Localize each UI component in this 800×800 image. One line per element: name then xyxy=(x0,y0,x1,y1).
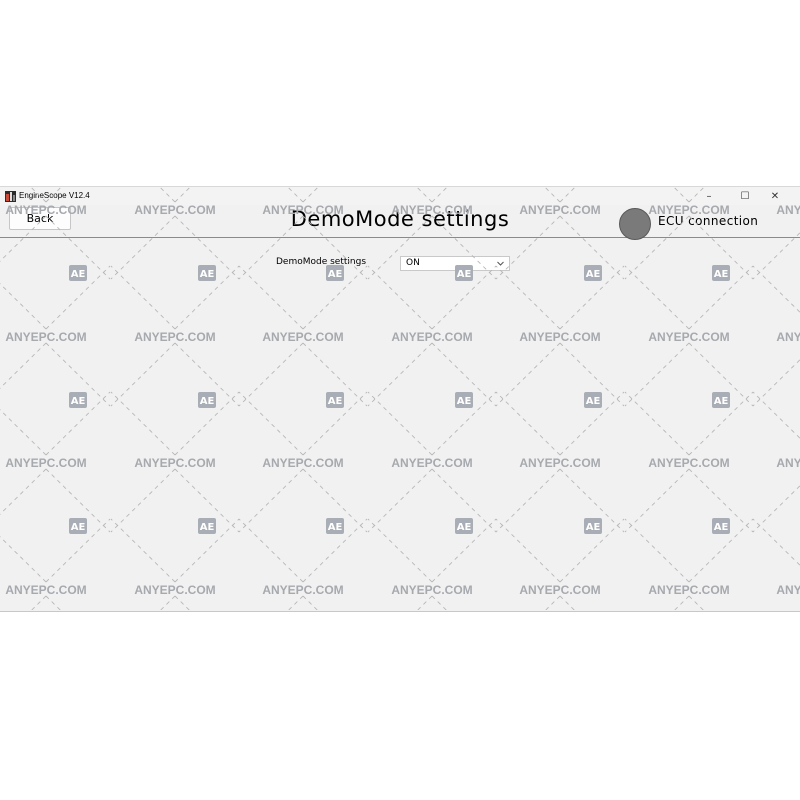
ecu-connection-label: ECU connection xyxy=(658,214,759,228)
demomode-setting-label: DemoMode settings xyxy=(276,257,367,267)
app-icon xyxy=(5,191,16,202)
maximize-button[interactable]: ☐ xyxy=(730,187,760,205)
minimize-button[interactable]: – xyxy=(694,187,724,205)
chevron-down-icon xyxy=(497,261,504,266)
demomode-select-value: ON xyxy=(406,258,420,268)
ecu-status-indicator-icon xyxy=(619,208,651,240)
app-window: EngineScope V12.4 – ☐ ✕ Back DemoMode se… xyxy=(0,186,800,612)
close-button[interactable]: ✕ xyxy=(760,187,790,205)
page-header: Back DemoMode settings ECU connection xyxy=(0,205,800,240)
title-bar: EngineScope V12.4 – ☐ ✕ xyxy=(0,187,800,205)
window-title: EngineScope V12.4 xyxy=(19,191,90,200)
demomode-select[interactable]: ON xyxy=(400,256,510,271)
